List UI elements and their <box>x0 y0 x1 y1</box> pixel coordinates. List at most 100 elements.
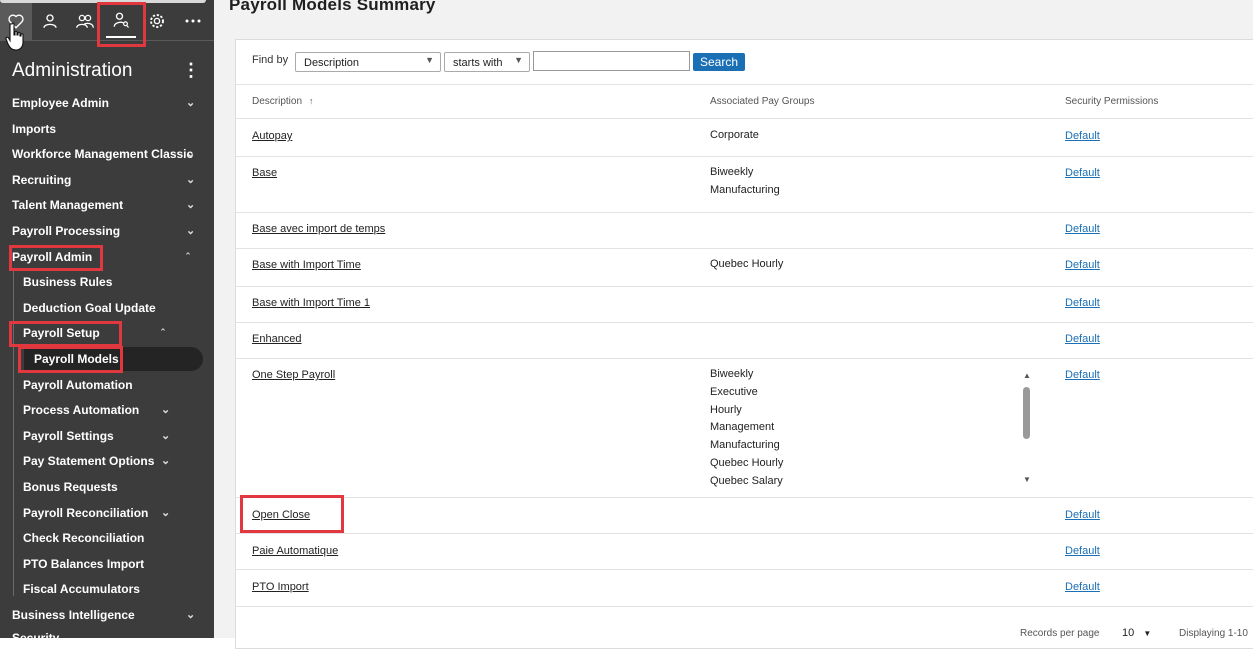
caret-down-icon: ▼ <box>425 55 434 65</box>
pay-groups-cell: Quebec Hourly <box>710 258 784 270</box>
search-input[interactable] <box>533 51 690 71</box>
sidebar-item-label: Employee Admin <box>12 96 109 110</box>
permission-link[interactable]: Default <box>1065 259 1100 271</box>
records-per-page-label: Records per page <box>1020 628 1100 639</box>
sidebar-item-label: Talent Management <box>12 198 124 212</box>
search-button[interactable]: Search <box>693 53 745 71</box>
model-link-paie-automatique[interactable]: Paie Automatique <box>252 545 338 557</box>
gear-icon[interactable] <box>142 4 172 38</box>
model-link-autopay[interactable]: Autopay <box>252 130 292 142</box>
top-icon-bar <box>0 0 214 41</box>
sidebar-item-payroll-processing[interactable]: Payroll Processing ⌄ <box>0 222 214 242</box>
chevron-up-icon: ˆ <box>186 252 190 264</box>
sidebar-item-label: Payroll Setup <box>23 326 100 340</box>
column-header-label: Description <box>252 96 303 107</box>
sidebar-item-business-rules[interactable]: Business Rules <box>0 273 214 293</box>
payroll-models-panel: Find by Description ▼ starts with ▼ Sear… <box>235 39 1253 649</box>
sidebar-item-recruiting[interactable]: Recruiting ⌄ <box>0 171 214 191</box>
permission-link[interactable]: Default <box>1065 223 1100 235</box>
sidebar: Administration ⋮ Employee Admin ⌄ Import… <box>0 0 214 645</box>
sidebar-item-label: Payroll Processing <box>12 224 121 238</box>
permission-link[interactable]: Default <box>1065 581 1100 593</box>
sidebar-item-label: Payroll Settings <box>23 429 114 443</box>
find-field-value: Description <box>304 57 360 69</box>
model-link-base[interactable]: Base <box>252 167 277 179</box>
pay-groups-cell: Corporate <box>710 129 759 141</box>
sidebar-item-label: Workforce Management Classic <box>12 147 194 161</box>
sidebar-item-payroll-models[interactable]: Payroll Models <box>0 350 214 370</box>
chevron-down-icon: ⌄ <box>161 455 171 467</box>
more-icon[interactable] <box>178 4 208 38</box>
row-divider <box>236 156 1253 157</box>
permission-link[interactable]: Default <box>1065 167 1100 179</box>
permission-link[interactable]: Default <box>1065 509 1100 521</box>
find-operator-value: starts with <box>453 57 503 69</box>
sidebar-item-label: Recruiting <box>12 173 72 187</box>
row-divider <box>236 286 1253 287</box>
permission-link[interactable]: Default <box>1065 297 1100 309</box>
records-per-page-select[interactable]: 10 ▼ <box>1122 627 1151 639</box>
sort-ascending-icon: ↑ <box>308 96 314 106</box>
sidebar-item-label: Business Intelligence <box>12 608 135 622</box>
sidebar-item-check-reconciliation[interactable]: Check Reconciliation <box>0 529 214 549</box>
sidebar-item-fiscal-accumulators[interactable]: Fiscal Accumulators <box>0 580 214 600</box>
sidebar-item-bonus-requests[interactable]: Bonus Requests <box>0 478 214 498</box>
find-operator-select[interactable]: starts with ▼ <box>444 52 530 72</box>
permission-link[interactable]: Default <box>1065 333 1100 345</box>
person-icon[interactable] <box>35 4 65 38</box>
sidebar-item-pay-statement-options[interactable]: Pay Statement Options ⌄ <box>0 452 214 472</box>
sidebar-item-process-automation[interactable]: Process Automation ⌄ <box>0 401 214 421</box>
model-link-base-with-import-time-1[interactable]: Base with Import Time 1 <box>252 297 370 309</box>
sidebar-item-label: Pay Statement Options <box>23 454 155 468</box>
sidebar-item-imports[interactable]: Imports <box>0 120 214 140</box>
chevron-down-icon: ⌄ <box>186 199 196 211</box>
model-link-base-avec-import-de-temps[interactable]: Base avec import de temps <box>252 223 385 235</box>
sidebar-item-payroll-settings[interactable]: Payroll Settings ⌄ <box>0 427 214 447</box>
column-header-description[interactable]: Description ↑ <box>252 96 313 107</box>
chevron-down-icon: ⌄ <box>186 225 196 237</box>
model-link-one-step-payroll[interactable]: One Step Payroll <box>252 369 335 381</box>
model-link-open-close[interactable]: Open Close <box>252 509 310 521</box>
top-strip <box>0 0 206 3</box>
column-header-pay-groups: Associated Pay Groups <box>710 96 815 107</box>
model-link-base-with-import-time[interactable]: Base with Import Time <box>252 259 361 271</box>
sidebar-item-security[interactable]: Security <box>0 629 214 649</box>
sidebar-item-workforce-management-classic[interactable]: Workforce Management Classic ⌄ <box>0 145 214 165</box>
pay-groups-cell: Biweekly Manufacturing <box>710 166 780 196</box>
sidebar-item-talent-management[interactable]: Talent Management ⌄ <box>0 196 214 216</box>
row-divider <box>236 212 1253 213</box>
row-divider <box>236 606 1253 607</box>
sidebar-item-label: Check Reconciliation <box>23 531 145 545</box>
sidebar-item-business-intelligence[interactable]: Business Intelligence ⌄ <box>0 606 214 626</box>
pay-groups-list: Biweekly Executive Hourly Management Man… <box>710 368 784 487</box>
permission-link[interactable]: Default <box>1065 545 1100 557</box>
sidebar-menu-icon[interactable]: ⋮ <box>182 60 200 81</box>
sidebar-item-label: Payroll Models <box>34 352 119 366</box>
scroll-down-icon[interactable]: ▼ <box>1023 475 1031 484</box>
model-link-enhanced[interactable]: Enhanced <box>252 333 302 345</box>
sidebar-item-payroll-setup[interactable]: Payroll Setup ˆ <box>0 324 214 344</box>
chevron-down-icon: ⌄ <box>161 507 171 519</box>
sidebar-item-deduction-goal-update[interactable]: Deduction Goal Update <box>0 299 214 319</box>
hand-cursor-icon <box>5 22 24 51</box>
find-field-select[interactable]: Description ▼ <box>295 52 441 72</box>
row-divider <box>236 248 1253 249</box>
pay-groups-scrollbar[interactable]: ▲ ▼ <box>1021 371 1033 485</box>
scroll-thumb[interactable] <box>1023 387 1030 439</box>
sidebar-item-label: Process Automation <box>23 403 140 417</box>
sidebar-item-label: Payroll Reconciliation <box>23 506 149 520</box>
admin-user-icon[interactable] <box>106 4 136 38</box>
permission-link[interactable]: Default <box>1065 130 1100 142</box>
model-link-pto-import[interactable]: PTO Import <box>252 581 309 593</box>
sidebar-item-payroll-reconciliation[interactable]: Payroll Reconciliation ⌄ <box>0 504 214 524</box>
people-icon[interactable] <box>70 4 100 38</box>
permission-link[interactable]: Default <box>1065 369 1100 381</box>
sidebar-item-payroll-admin[interactable]: Payroll Admin ˆ <box>0 248 214 268</box>
sidebar-item-pto-balances-import[interactable]: PTO Balances Import <box>0 555 214 575</box>
divider <box>236 118 1253 119</box>
sidebar-item-employee-admin[interactable]: Employee Admin ⌄ <box>0 94 214 114</box>
scroll-up-icon[interactable]: ▲ <box>1023 371 1031 380</box>
row-divider <box>236 358 1253 359</box>
sidebar-item-label: PTO Balances Import <box>23 557 145 571</box>
sidebar-item-payroll-automation[interactable]: Payroll Automation <box>0 376 214 396</box>
